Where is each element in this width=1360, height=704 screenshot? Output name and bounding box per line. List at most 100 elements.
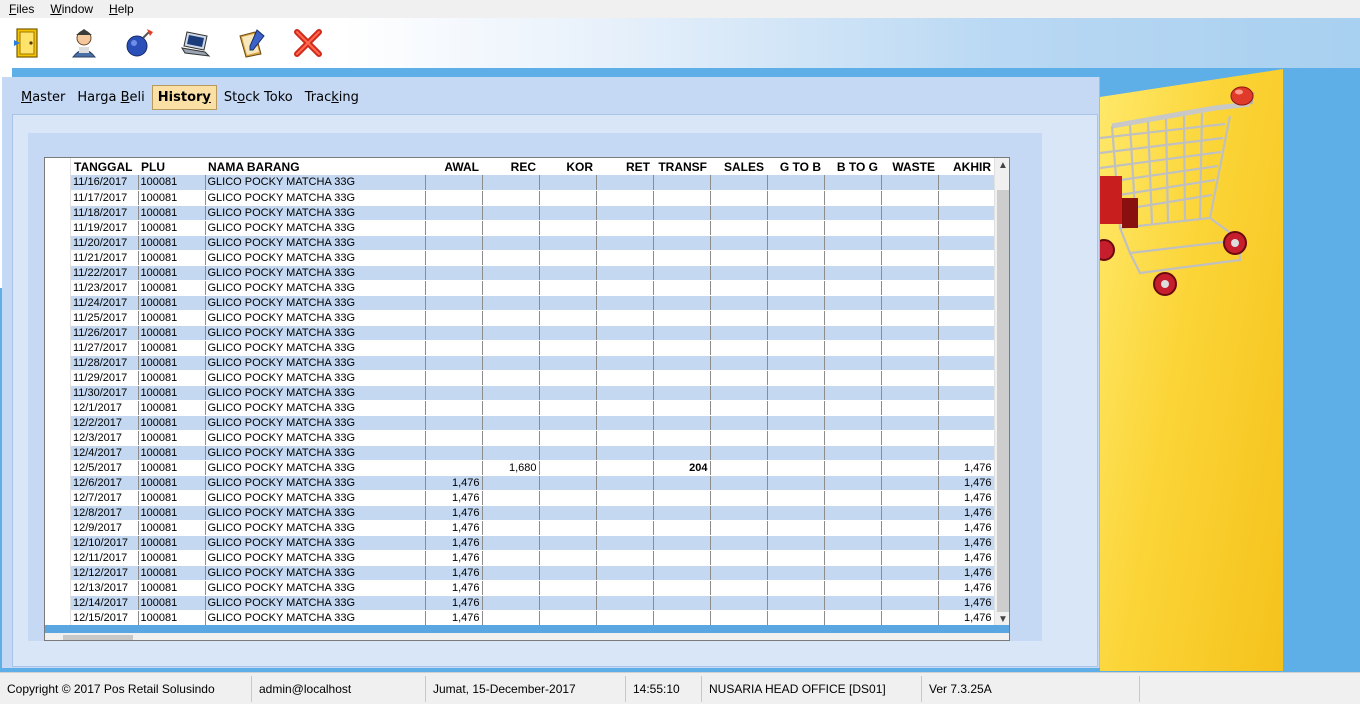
cell-nama-barang[interactable]: GLICO POCKY MATCHA 33G (205, 430, 426, 446)
cell-kor[interactable] (539, 475, 597, 491)
cell-g-to-b[interactable] (767, 490, 825, 506)
cell-nama-barang[interactable]: GLICO POCKY MATCHA 33G (205, 565, 426, 581)
cell-b-to-g[interactable] (824, 520, 882, 536)
cell-sales[interactable] (710, 370, 768, 386)
cell-rec[interactable] (482, 265, 540, 281)
cell-waste[interactable] (881, 580, 939, 596)
cell-transf[interactable] (653, 340, 711, 356)
cell-sales[interactable] (710, 580, 768, 596)
column-header-g-to-b[interactable]: G TO B (767, 158, 824, 175)
cell-kor[interactable] (539, 565, 597, 581)
cell-g-to-b[interactable] (767, 475, 825, 491)
cell-sales[interactable] (710, 175, 768, 191)
cell-b-to-g[interactable] (824, 295, 882, 311)
cell-rec[interactable] (482, 385, 540, 401)
table-row[interactable]: 12/3/2017 100081 GLICO POCKY MATCHA 33G (71, 430, 995, 446)
cell-tanggal[interactable]: 11/29/2017 (71, 370, 139, 386)
cell-akhir[interactable]: 1,476 (938, 565, 995, 581)
table-row[interactable]: 11/18/2017 100081 GLICO POCKY MATCHA 33G (71, 205, 995, 221)
horizontal-scrollbar[interactable] (45, 633, 1009, 640)
cell-ret[interactable] (596, 265, 654, 281)
scroll-up-icon[interactable]: ▲ (995, 158, 1009, 174)
cell-akhir[interactable] (938, 445, 995, 461)
cell-plu[interactable]: 100081 (138, 295, 206, 311)
table-row[interactable]: 11/25/2017 100081 GLICO POCKY MATCHA 33G (71, 310, 995, 326)
cell-awal[interactable] (425, 205, 483, 221)
column-header-plu[interactable]: PLU (138, 158, 205, 175)
cell-b-to-g[interactable] (824, 550, 882, 566)
cell-transf[interactable] (653, 415, 711, 431)
cell-akhir[interactable] (938, 370, 995, 386)
cell-sales[interactable] (710, 280, 768, 296)
cell-nama-barang[interactable]: GLICO POCKY MATCHA 33G (205, 235, 426, 251)
cell-tanggal[interactable]: 12/2/2017 (71, 415, 139, 431)
cell-awal[interactable] (425, 310, 483, 326)
cell-nama-barang[interactable]: GLICO POCKY MATCHA 33G (205, 460, 426, 476)
cell-transf[interactable] (653, 400, 711, 416)
cell-akhir[interactable]: 1,476 (938, 610, 995, 626)
table-row[interactable]: 11/21/2017 100081 GLICO POCKY MATCHA 33G (71, 250, 995, 266)
cell-plu[interactable]: 100081 (138, 340, 206, 356)
cell-awal[interactable] (425, 250, 483, 266)
cell-kor[interactable] (539, 190, 597, 206)
cell-kor[interactable] (539, 385, 597, 401)
cell-kor[interactable] (539, 415, 597, 431)
cell-akhir[interactable] (938, 220, 995, 236)
cell-awal[interactable]: 1,476 (425, 520, 483, 536)
cell-akhir[interactable]: 1,476 (938, 550, 995, 566)
cell-sales[interactable] (710, 610, 768, 626)
cell-transf[interactable] (653, 565, 711, 581)
cell-kor[interactable] (539, 595, 597, 611)
cell-waste[interactable] (881, 400, 939, 416)
cell-awal[interactable]: 1,476 (425, 550, 483, 566)
cell-sales[interactable] (710, 340, 768, 356)
cell-waste[interactable] (881, 550, 939, 566)
cell-ret[interactable] (596, 535, 654, 551)
table-row[interactable]: 12/13/2017 100081 GLICO POCKY MATCHA 33G 1,… (71, 580, 995, 596)
cell-g-to-b[interactable] (767, 535, 825, 551)
cell-ret[interactable] (596, 595, 654, 611)
table-row[interactable]: 11/16/2017 100081 GLICO POCKY MATCHA 33G (71, 175, 995, 191)
cell-tanggal[interactable]: 12/1/2017 (71, 400, 139, 416)
cell-ret[interactable] (596, 190, 654, 206)
column-header-nama-barang[interactable]: NAMA BARANG (205, 158, 425, 175)
cell-transf[interactable] (653, 235, 711, 251)
cell-akhir[interactable]: 1,476 (938, 520, 995, 536)
cell-kor[interactable] (539, 430, 597, 446)
table-row[interactable]: 12/2/2017 100081 GLICO POCKY MATCHA 33G (71, 415, 995, 431)
cell-awal[interactable] (425, 295, 483, 311)
close-button[interactable] (288, 23, 328, 63)
cell-plu[interactable]: 100081 (138, 385, 206, 401)
cell-nama-barang[interactable]: GLICO POCKY MATCHA 33G (205, 550, 426, 566)
cell-kor[interactable] (539, 325, 597, 341)
cell-g-to-b[interactable] (767, 265, 825, 281)
cell-transf[interactable] (653, 490, 711, 506)
cell-plu[interactable]: 100081 (138, 550, 206, 566)
cell-waste[interactable] (881, 445, 939, 461)
cell-sales[interactable] (710, 235, 768, 251)
cell-plu[interactable]: 100081 (138, 175, 206, 191)
cell-nama-barang[interactable]: GLICO POCKY MATCHA 33G (205, 610, 426, 626)
cell-transf[interactable] (653, 385, 711, 401)
cell-awal[interactable] (425, 385, 483, 401)
cell-kor[interactable] (539, 610, 597, 626)
cell-rec[interactable] (482, 220, 540, 236)
cell-rec[interactable] (482, 550, 540, 566)
cell-plu[interactable]: 100081 (138, 430, 206, 446)
cell-ret[interactable] (596, 430, 654, 446)
cell-awal[interactable] (425, 415, 483, 431)
cell-nama-barang[interactable]: GLICO POCKY MATCHA 33G (205, 385, 426, 401)
cell-transf[interactable] (653, 250, 711, 266)
cell-plu[interactable]: 100081 (138, 445, 206, 461)
tab-stock-toko[interactable]: Stock Toko (219, 86, 298, 109)
column-header-akhir[interactable]: AKHIR (938, 158, 994, 175)
tab-history[interactable]: History (151, 84, 217, 110)
notebook-button[interactable] (232, 23, 272, 63)
cell-kor[interactable] (539, 250, 597, 266)
cell-plu[interactable]: 100081 (138, 250, 206, 266)
cell-sales[interactable] (710, 310, 768, 326)
cell-awal[interactable] (425, 370, 483, 386)
horizontal-scroll-thumb[interactable] (63, 635, 133, 640)
cell-akhir[interactable] (938, 400, 995, 416)
cell-nama-barang[interactable]: GLICO POCKY MATCHA 33G (205, 250, 426, 266)
